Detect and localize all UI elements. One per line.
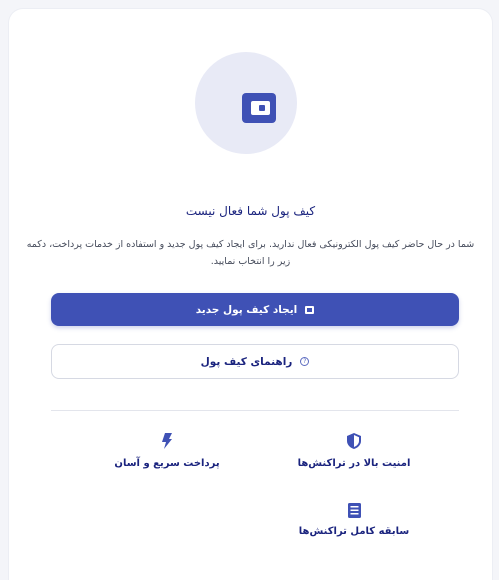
wallet-guide-button[interactable]: ? راهنمای کیف پول bbox=[51, 344, 459, 379]
feature-history: سابقه کامل تراکنش‌ها bbox=[254, 503, 454, 537]
feature-history-label: سابقه کامل تراکنش‌ها bbox=[298, 526, 410, 537]
empty-state-title: کیف پول شما فعال نیست bbox=[185, 204, 316, 218]
empty-state-description: شما در حال حاضر کیف پول الکترونیکی فعال … bbox=[26, 239, 475, 267]
create-wallet-button[interactable]: ایجاد کیف پول جدید bbox=[51, 293, 459, 326]
shield-icon bbox=[347, 433, 361, 449]
help-circle-icon: ? bbox=[300, 357, 310, 366]
wallet-clasp bbox=[259, 105, 265, 111]
list-icon bbox=[347, 503, 361, 518]
wallet-icon bbox=[242, 93, 276, 123]
feature-security-label: امنیت بالا در تراکنش‌ها bbox=[297, 458, 411, 469]
feature-security: امنیت بالا در تراکنش‌ها bbox=[254, 433, 454, 469]
wallet-icon bbox=[305, 305, 315, 314]
create-wallet-label: ایجاد کیف پول جدید bbox=[195, 303, 298, 316]
feature-speed-label: پرداخت سریع و آسان bbox=[114, 458, 220, 469]
feature-speed: پرداخت سریع و آسان bbox=[67, 433, 267, 469]
wallet-card: کیف پول شما فعال نیست شما در حال حاضر کی… bbox=[9, 9, 492, 580]
lightning-icon bbox=[162, 433, 172, 449]
divider bbox=[51, 410, 459, 411]
wallet-guide-label: راهنمای کیف پول bbox=[200, 355, 293, 368]
